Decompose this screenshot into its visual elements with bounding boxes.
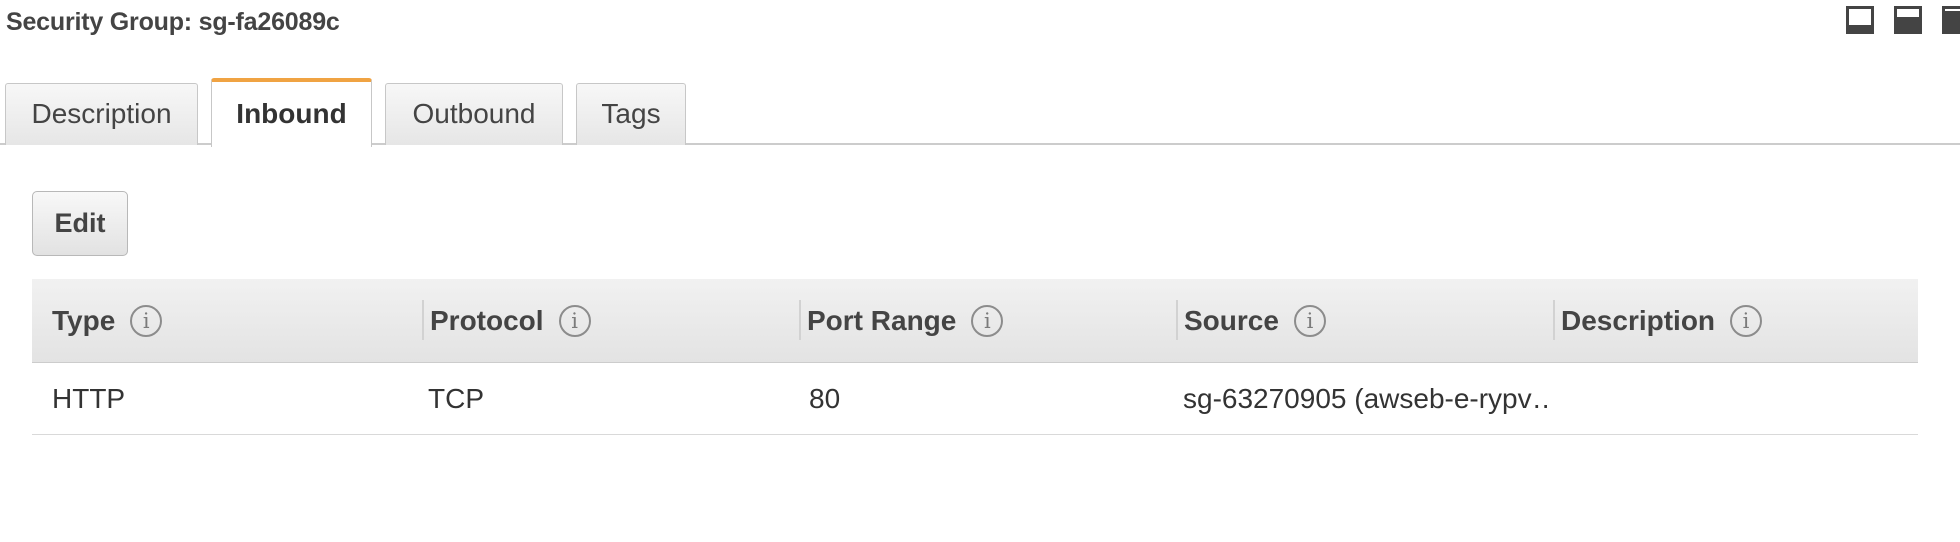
layout-controls: [1840, 6, 1960, 36]
column-header-label: Protocol: [430, 304, 544, 336]
tab-outbound[interactable]: Outbound: [385, 83, 563, 145]
column-header-label: Description: [1561, 304, 1716, 336]
cell-protocol: TCP: [428, 383, 484, 414]
tab-tags[interactable]: Tags: [576, 83, 686, 145]
info-icon[interactable]: i: [130, 304, 163, 337]
panel-bottom-fill: [1849, 25, 1871, 31]
column-header-description[interactable]: Description i: [1553, 279, 1763, 362]
column-divider[interactable]: [422, 300, 424, 340]
cell-type: HTTP: [52, 383, 126, 414]
column-header-type[interactable]: Type i: [52, 279, 163, 362]
panel-bottom-icon[interactable]: [1846, 6, 1874, 34]
cell-source: sg-63270905 (awseb-e-rypv…: [1183, 383, 1547, 414]
tab-bar: Description Inbound Outbound Tags: [0, 78, 1960, 147]
column-divider[interactable]: [1176, 300, 1178, 340]
column-header-label: Type: [52, 304, 116, 336]
inbound-rules-table: Type i Protocol i Port Range i Source i …: [32, 279, 1918, 435]
table-row: HTTP TCP 80 sg-63270905 (awseb-e-rypv…: [32, 363, 1918, 435]
column-header-label: Source: [1184, 304, 1279, 336]
tab-description[interactable]: Description: [5, 83, 198, 145]
panel-title: Security Group: sg-fa26089c: [6, 8, 340, 36]
panel-split-icon[interactable]: [1894, 6, 1922, 34]
column-header-label: Port Range: [807, 304, 957, 336]
panel-split-fill: [1897, 17, 1919, 31]
info-icon[interactable]: i: [1293, 304, 1326, 337]
column-divider[interactable]: [799, 300, 801, 340]
info-icon[interactable]: i: [558, 304, 591, 337]
column-header-source[interactable]: Source i: [1176, 279, 1326, 362]
tab-inbound[interactable]: Inbound: [211, 78, 372, 147]
column-header-protocol[interactable]: Protocol i: [422, 279, 591, 362]
edit-button[interactable]: Edit: [32, 191, 128, 256]
info-icon[interactable]: i: [1730, 304, 1763, 337]
panel-maximize-icon[interactable]: [1942, 6, 1960, 34]
column-divider[interactable]: [1553, 300, 1555, 340]
cell-description: [1562, 363, 1902, 434]
panel-maximize-fill: [1945, 11, 1960, 31]
info-icon[interactable]: i: [971, 304, 1004, 337]
table-header: Type i Protocol i Port Range i Source i …: [32, 279, 1918, 363]
cell-port-range: 80: [809, 383, 841, 414]
column-header-port-range[interactable]: Port Range i: [799, 279, 1004, 362]
